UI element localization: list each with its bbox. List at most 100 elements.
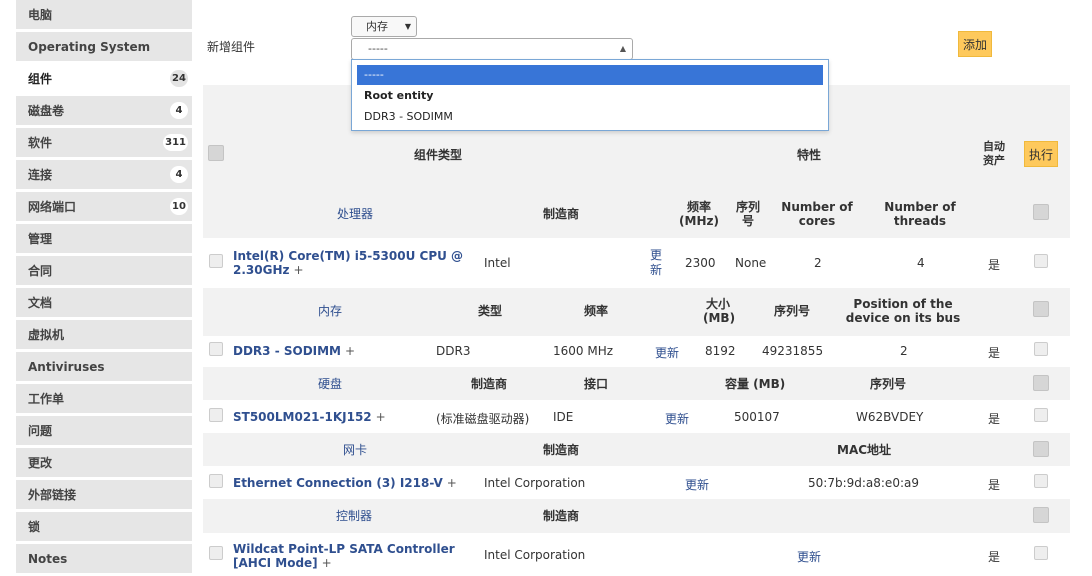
dropdown-option[interactable]: Root entity (357, 86, 823, 106)
component-model-select[interactable]: ----- ▲ (351, 38, 633, 60)
sidebar-item-volumes[interactable]: 磁盘卷 4 (16, 96, 192, 125)
serial-value: None (735, 256, 767, 270)
table-row: Intel(R) Core(TM) i5-5300U CPU @ 2.30GHz… (203, 238, 1070, 288)
table-header: 组件类型 特性 自动 资产 执行 (203, 121, 1070, 188)
sidebar-item-external-links[interactable]: 外部链接 (16, 480, 192, 509)
count-badge: 24 (170, 70, 188, 87)
section-checkbox[interactable] (1033, 301, 1049, 317)
maker-value: Intel (484, 256, 511, 270)
count-badge: 4 (170, 166, 188, 183)
disk-type-link[interactable]: 硬盘 (318, 377, 342, 391)
dropdown-option[interactable]: ----- (357, 65, 823, 85)
row-checkbox[interactable] (1034, 474, 1048, 488)
row-checkbox[interactable] (1034, 254, 1048, 268)
column-header-props: 特性 (797, 148, 822, 162)
section-checkbox[interactable] (1033, 507, 1049, 523)
component-model-value: ----- (368, 42, 388, 55)
plus-icon[interactable]: + (322, 556, 332, 570)
sidebar-item-software[interactable]: 软件 311 (16, 128, 192, 157)
row-checkbox[interactable] (209, 474, 223, 488)
component-name-link[interactable]: Intel(R) Core(TM) i5-5300U CPU @ 2.30GHz… (233, 249, 463, 277)
sidebar-item-network-ports[interactable]: 网络端口 10 (16, 192, 192, 221)
plus-icon[interactable]: + (345, 344, 355, 358)
row-checkbox[interactable] (209, 342, 223, 356)
processor-type-link[interactable]: 处理器 (337, 207, 373, 221)
nic-header: 网卡 制造商 MAC地址 (203, 433, 1070, 466)
column-header-freq: 频率 (584, 304, 609, 318)
column-header-capacity: 容量 (MB) (725, 377, 786, 391)
plus-icon[interactable]: + (447, 476, 457, 490)
sidebar-item-components[interactable]: 组件 24 (16, 64, 192, 93)
component-name-link[interactable]: Ethernet Connection (3) I218-V + (233, 476, 457, 490)
sidebar-item-antiviruses[interactable]: Antiviruses (16, 352, 192, 381)
sidebar-item-problems[interactable]: 问题 (16, 416, 192, 445)
column-header-kind: 类型 (478, 304, 503, 318)
maker-value: (标准磁盘驱动器) (436, 412, 530, 426)
add-button[interactable]: 添加 (958, 31, 992, 57)
plus-icon[interactable]: + (376, 410, 386, 424)
dropdown-option[interactable]: DDR3 - SODIMM (357, 107, 823, 127)
maker-value: Intel Corporation (484, 548, 586, 562)
sidebar-item-management[interactable]: 管理 (16, 224, 192, 253)
sidebar-item-tickets[interactable]: 工作单 (16, 384, 192, 413)
threads-value: 4 (917, 256, 925, 270)
row-checkbox[interactable] (209, 408, 223, 422)
column-header-mac: MAC地址 (837, 443, 892, 457)
table-row: Ethernet Connection (3) I218-V + Intel Co… (203, 466, 1070, 499)
component-type-select[interactable]: 内存 ▼ (351, 16, 417, 37)
sidebar-item-connections[interactable]: 连接 4 (16, 160, 192, 189)
sidebar-item-locks[interactable]: 锁 (16, 512, 192, 541)
update-link[interactable]: 更新 (665, 410, 689, 427)
table-row: DDR3 - SODIMM + DDR3 1600 MHz 更新 8192 492… (203, 336, 1070, 367)
chevron-down-icon: ▼ (404, 22, 411, 31)
row-checkbox[interactable] (1034, 546, 1048, 560)
freq-value: 1600 MHz (553, 344, 614, 358)
component-type-value: 内存 (366, 20, 388, 33)
sidebar-item-label: 软件 (28, 136, 53, 150)
select-all-checkbox[interactable] (208, 145, 224, 161)
sidebar-item-contracts[interactable]: 合同 (16, 256, 192, 285)
update-link[interactable]: 更新 (685, 476, 709, 493)
sidebar-item-operating-system[interactable]: Operating System (16, 32, 192, 61)
processor-header: 处理器 制造商 频率 (MHz) 序列 号 Number of cores Nu… (203, 188, 1070, 238)
row-checkbox[interactable] (209, 254, 223, 268)
sidebar-item-virtual-machines[interactable]: 虚拟机 (16, 320, 192, 349)
count-badge: 10 (170, 198, 188, 215)
count-badge: 4 (170, 102, 188, 119)
sidebar-item-label: 网络端口 (28, 200, 77, 214)
kind-value: DDR3 (436, 344, 471, 358)
sidebar-item-changes[interactable]: 更改 (16, 448, 192, 477)
column-header-serial: 序列 号 (735, 200, 760, 228)
section-checkbox[interactable] (1033, 204, 1049, 220)
sidebar-item-documents[interactable]: 文档 (16, 288, 192, 317)
sidebar-item-computer[interactable]: 电脑 (16, 0, 192, 29)
component-name-link[interactable]: Wildcat Point-LP SATA Controller [AHCI M… (233, 542, 455, 570)
column-header-maker: 制造商 (543, 443, 580, 457)
plus-icon[interactable]: + (293, 263, 303, 277)
row-checkbox[interactable] (1034, 408, 1048, 422)
component-name-link[interactable]: DDR3 - SODIMM + (233, 344, 355, 358)
column-header-maker: 制造商 (543, 509, 580, 523)
section-checkbox[interactable] (1033, 375, 1049, 391)
row-checkbox[interactable] (209, 546, 223, 560)
auto-value: 是 (988, 550, 1001, 564)
controller-type-link[interactable]: 控制器 (336, 509, 372, 523)
serial-value: W62BVDEY (856, 410, 924, 424)
row-checkbox[interactable] (1034, 342, 1048, 356)
nic-type-link[interactable]: 网卡 (343, 443, 367, 457)
update-link[interactable]: 更新 (797, 548, 821, 565)
memory-type-link[interactable]: 内存 (318, 304, 342, 318)
chevron-up-icon: ▲ (619, 44, 626, 53)
update-link[interactable]: 更新 (655, 344, 679, 361)
component-name-link[interactable]: ST500LM021-1KJ152 + (233, 410, 386, 424)
section-checkbox[interactable] (1033, 441, 1049, 457)
execute-button[interactable]: 执行 (1024, 141, 1058, 167)
table-row: ST500LM021-1KJ152 + (标准磁盘驱动器) IDE 更新 5001… (203, 400, 1070, 433)
controller-header: 控制器 制造商 (203, 499, 1070, 533)
sidebar-item-label: 组件 (28, 72, 53, 86)
column-header-cores: Number of cores (781, 200, 853, 228)
column-header-auto: 自动 资产 (983, 140, 1005, 167)
update-link[interactable]: 更 新 (650, 248, 662, 278)
count-badge: 311 (163, 134, 188, 151)
sidebar-item-notes[interactable]: Notes (16, 544, 192, 573)
